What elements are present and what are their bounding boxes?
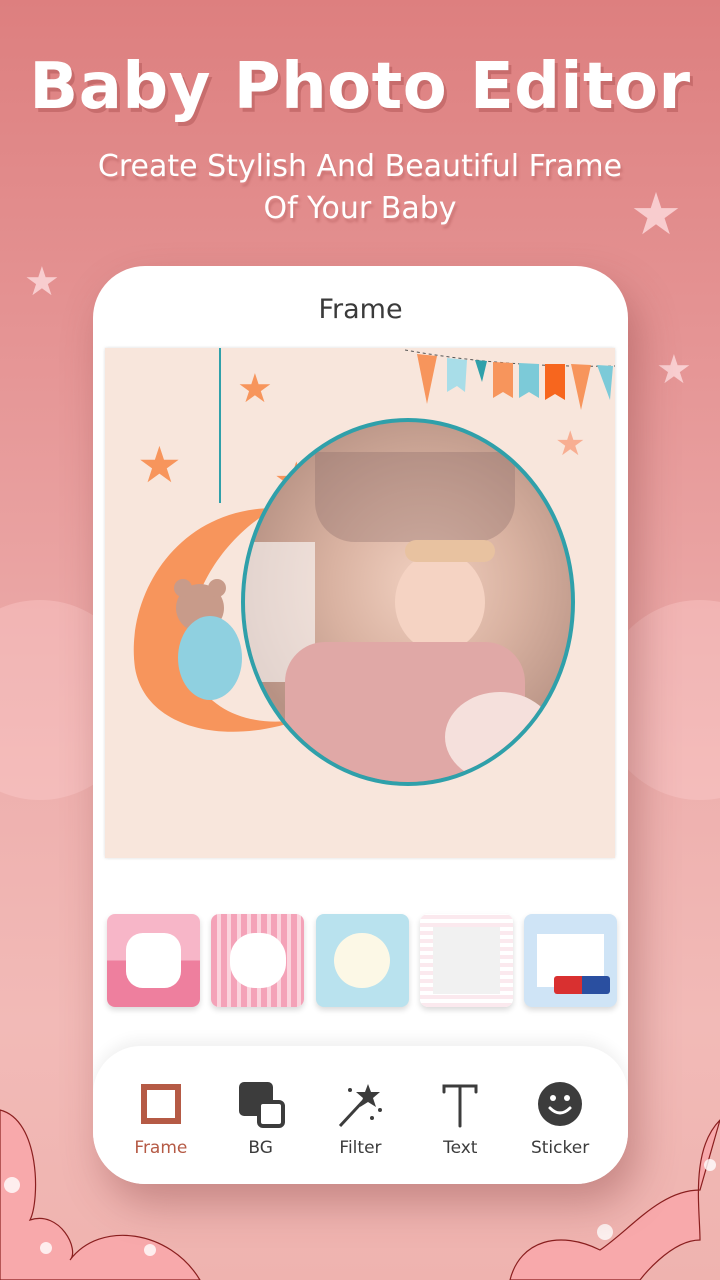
tool-sticker[interactable]: Sticker <box>515 1046 605 1158</box>
text-icon <box>442 1084 478 1128</box>
bottom-toolbar: Frame BG Filter Text Sticker <box>93 1046 628 1184</box>
promo-subtitle-line2: Of Your Baby <box>263 191 457 226</box>
bunting-decoration <box>405 349 615 410</box>
frame-opening <box>432 927 500 994</box>
frame-thumbnail-train[interactable] <box>524 914 617 1007</box>
orange-star: ★ <box>555 425 586 463</box>
frame-canvas[interactable]: ★ ★ ★ ★ <box>105 348 615 858</box>
baby-photo[interactable] <box>241 418 575 786</box>
frame-thumbnail-pink-stripes[interactable] <box>211 914 305 1007</box>
star-decoration: ★ <box>24 260 60 304</box>
tool-bg[interactable]: BG <box>216 1046 306 1158</box>
baby-head <box>395 552 485 652</box>
tool-label: Text <box>443 1138 478 1158</box>
orange-star: ★ <box>237 367 273 411</box>
flowers <box>445 692 555 782</box>
promo-title: Baby Photo Editor <box>29 50 691 124</box>
orange-star: ★ <box>137 437 182 493</box>
tool-text[interactable]: Text <box>415 1046 505 1158</box>
frame-thumbnail-pink-label[interactable] <box>107 914 200 1007</box>
frame-opening <box>229 932 286 989</box>
bg-layers-icon <box>238 1082 285 1128</box>
train-decoration <box>554 976 610 994</box>
hanging-string <box>219 348 221 503</box>
macrame-backdrop <box>315 452 515 542</box>
promo-subtitle: Create Stylish And Beautiful Frame Of Yo… <box>0 146 720 230</box>
tool-frame[interactable]: Frame <box>116 1046 206 1158</box>
tool-label: BG <box>248 1138 273 1158</box>
frame-thumbnail-blue-stars[interactable] <box>315 914 409 1007</box>
star-decoration: ★ <box>656 348 692 392</box>
frame-opening <box>334 932 390 989</box>
tool-filter[interactable]: Filter <box>315 1046 405 1158</box>
frame-thumbnail-list <box>107 914 617 1010</box>
magic-wand-icon <box>339 1084 383 1128</box>
flower-headband <box>405 540 495 562</box>
promo-subtitle-line1: Create Stylish And Beautiful Frame <box>97 149 623 184</box>
screen-title: Frame <box>318 294 403 325</box>
tool-label: Filter <box>339 1138 382 1158</box>
frame-opening <box>125 932 182 989</box>
tool-label: Frame <box>134 1138 188 1158</box>
frame-icon <box>140 1084 181 1124</box>
smiley-icon <box>538 1082 583 1126</box>
phone-mockup: Frame ★ ★ ★ ★ <box>93 266 628 1184</box>
frame-thumbnail-roses[interactable] <box>419 914 513 1007</box>
tool-label: Sticker <box>530 1138 590 1158</box>
